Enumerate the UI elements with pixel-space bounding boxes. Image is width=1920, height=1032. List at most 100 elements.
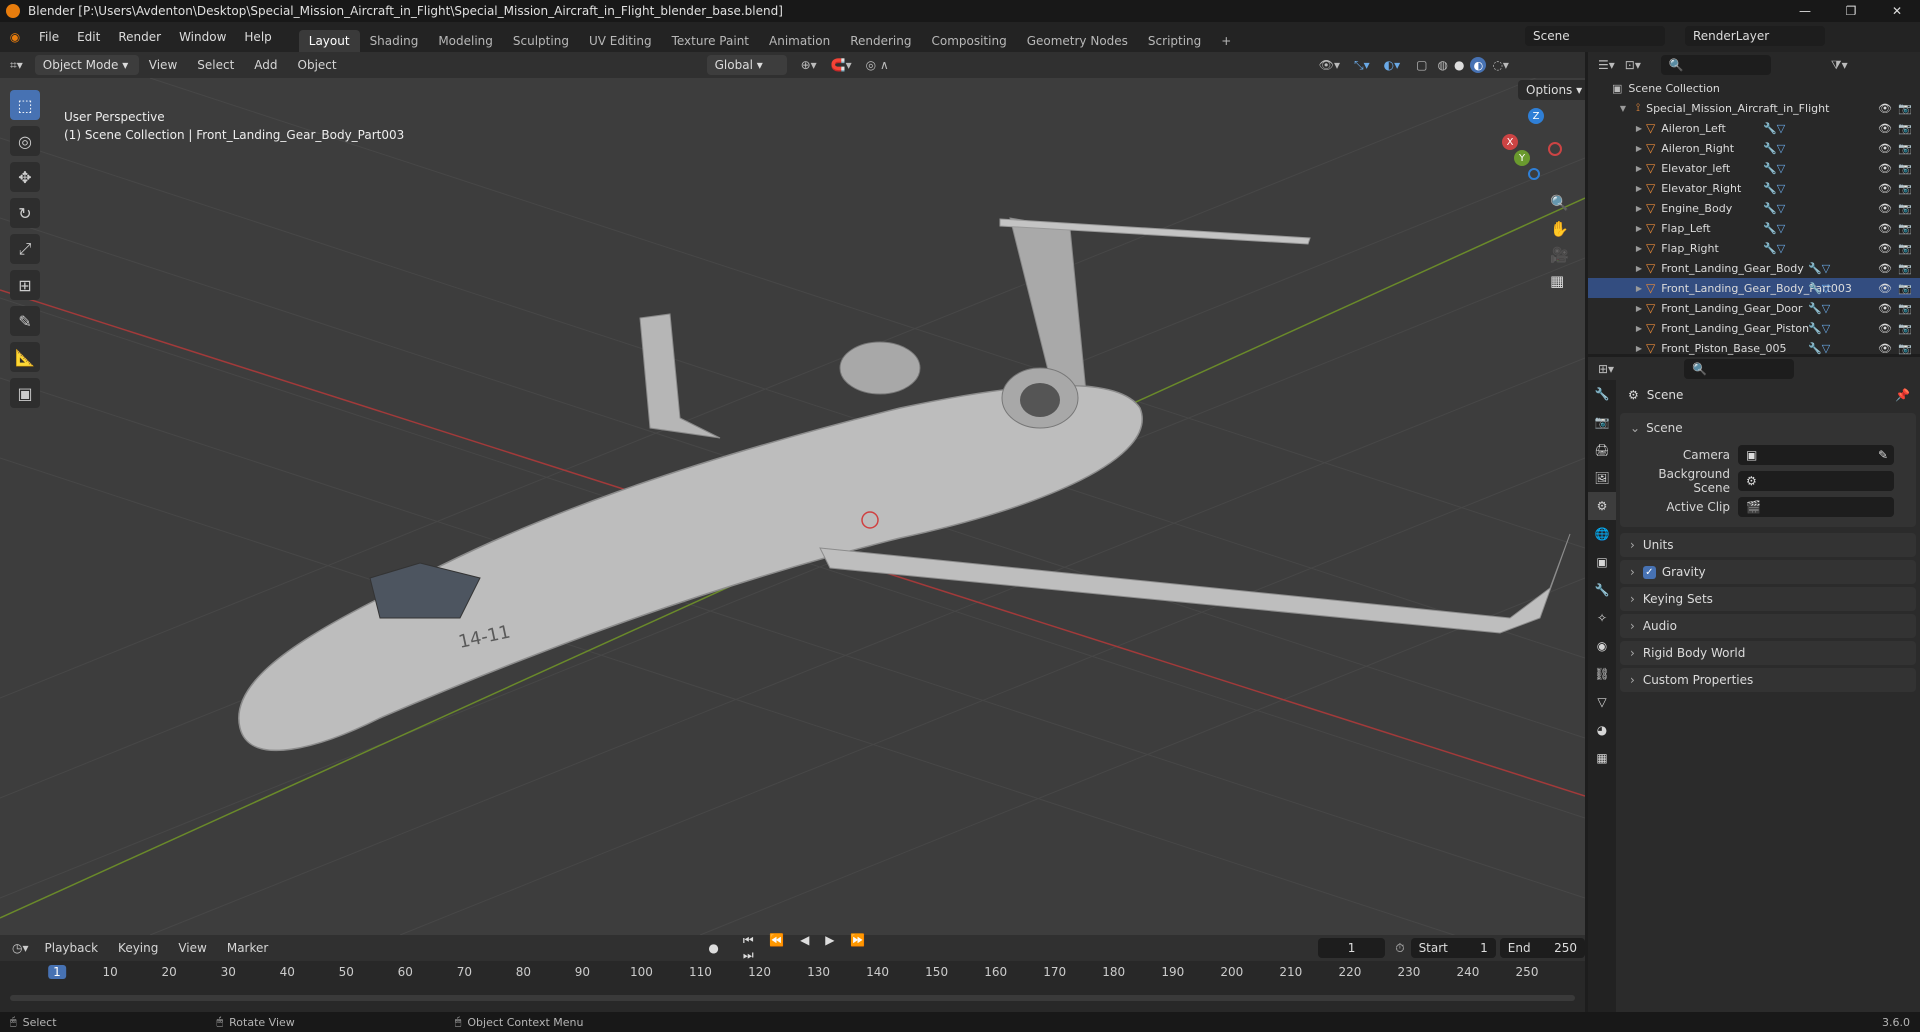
- tab-geometry-nodes[interactable]: Geometry Nodes: [1017, 30, 1138, 52]
- expand-right-icon[interactable]: ▶: [1632, 204, 1646, 213]
- expand-right-icon[interactable]: ▶: [1632, 144, 1646, 153]
- outliner-item[interactable]: ▶ ▽ Front_Landing_Gear_Body 🔧▽ 👁 📷: [1588, 258, 1920, 278]
- visibility-eye-icon[interactable]: 👁: [1878, 242, 1892, 255]
- 3d-viewport[interactable]: 14-11 ⬚ ◎ ✥ ↻ ⤢ ⊞ ✎ 📐 ▣ User Perspective…: [0, 78, 1585, 935]
- start-frame-field[interactable]: Start 1: [1410, 938, 1496, 958]
- playhead-frame[interactable]: 1: [48, 965, 66, 979]
- filter-icon[interactable]: ⧩▾: [1831, 58, 1848, 73]
- outliner-item[interactable]: ▶ ▽ Engine_Body 🔧▽ 👁 📷: [1588, 198, 1920, 218]
- outliner-scene-collection[interactable]: ▣ Scene Collection: [1588, 78, 1920, 98]
- gravity-checkbox[interactable]: ✓: [1642, 565, 1656, 579]
- tab-shading[interactable]: Shading: [360, 30, 429, 52]
- render-camera-icon[interactable]: 📷: [1898, 262, 1912, 275]
- property-panel[interactable]: › Rigid Body World: [1620, 641, 1916, 665]
- visibility-eye-icon[interactable]: 👁: [1878, 282, 1892, 295]
- display-mode-icon[interactable]: ⊡▾: [1625, 58, 1641, 72]
- menu-marker[interactable]: Marker: [217, 941, 278, 955]
- cursor-tool-icon[interactable]: ◎: [10, 126, 40, 156]
- outliner-collection-row[interactable]: ▼ ⟟ Special_Mission_Aircraft_in_Flight 👁 📷: [1588, 98, 1920, 118]
- modifier-icon[interactable]: 🔧▽: [1808, 322, 1830, 335]
- scene-tab-icon[interactable]: ⚙: [1588, 492, 1616, 520]
- tab-modeling[interactable]: Modeling: [428, 30, 503, 52]
- render-tab-icon[interactable]: 📷: [1588, 408, 1616, 436]
- gizmo-neg-z[interactable]: [1528, 168, 1540, 180]
- snap-icon[interactable]: 🧲▾: [831, 58, 852, 72]
- tab-layout[interactable]: Layout: [298, 30, 360, 52]
- outliner-item[interactable]: ▶ ▽ Aileron_Right 🔧▽ 👁 📷: [1588, 138, 1920, 158]
- scene-selector[interactable]: Scene: [1525, 26, 1665, 46]
- select-box-tool-icon[interactable]: ⬚: [10, 90, 40, 120]
- property-panel[interactable]: › Custom Properties: [1620, 668, 1916, 692]
- expand-right-icon[interactable]: ▶: [1632, 244, 1646, 253]
- tab-rendering[interactable]: Rendering: [840, 30, 921, 52]
- tab-scripting[interactable]: Scripting: [1138, 30, 1211, 52]
- outliner-item[interactable]: ▶ ▽ Front_Landing_Gear_Door 🔧▽ 👁 📷: [1588, 298, 1920, 318]
- visibility-eye-icon[interactable]: 👁: [1878, 102, 1892, 115]
- render-camera-icon[interactable]: 📷: [1898, 342, 1912, 355]
- right-wing[interactable]: [819, 533, 1571, 634]
- move-tool-icon[interactable]: ✥: [10, 162, 40, 192]
- property-panel[interactable]: › Keying Sets: [1620, 587, 1916, 611]
- left-engine[interactable]: [839, 341, 921, 395]
- modifier-icon[interactable]: 🔧▽: [1763, 182, 1785, 195]
- options-dropdown[interactable]: Options ▾: [1518, 80, 1585, 100]
- outliner-item[interactable]: ▶ ▽ Elevator_Right 🔧▽ 👁 📷: [1588, 178, 1920, 198]
- transform-tool-icon[interactable]: ⊞: [10, 270, 40, 300]
- property-panel[interactable]: › ✓ Gravity: [1620, 560, 1916, 584]
- menu-object[interactable]: Object: [288, 58, 347, 72]
- aircraft-model[interactable]: 14-11: [238, 217, 1571, 752]
- shading-solid-icon[interactable]: ●: [1454, 58, 1464, 72]
- render-camera-icon[interactable]: 📷: [1898, 222, 1912, 235]
- timeline-editor-icon[interactable]: ◷▾: [12, 941, 29, 955]
- menu-view[interactable]: View: [168, 941, 216, 955]
- view-layer-selector[interactable]: RenderLayer: [1685, 26, 1825, 46]
- view-layer-tab-icon[interactable]: 🖼: [1588, 464, 1616, 492]
- visibility-eye-icon[interactable]: 👁: [1878, 162, 1892, 175]
- expand-right-icon[interactable]: ▶: [1632, 324, 1646, 333]
- gizmo-x-axis[interactable]: X: [1502, 134, 1518, 150]
- maximize-icon[interactable]: ❐: [1828, 0, 1874, 22]
- physics-tab-icon[interactable]: ◉: [1588, 632, 1616, 660]
- render-camera-icon[interactable]: 📷: [1898, 122, 1912, 135]
- proportional-edit-icon[interactable]: ◎ ∧: [866, 58, 889, 72]
- modifier-icon[interactable]: 🔧▽: [1808, 262, 1830, 275]
- outliner-item[interactable]: ▶ ▽ Flap_Right 🔧▽ 👁 📷: [1588, 238, 1920, 258]
- annotate-tool-icon[interactable]: ✎: [10, 306, 40, 336]
- expand-right-icon[interactable]: ▶: [1632, 164, 1646, 173]
- menu-render[interactable]: Render: [109, 30, 170, 44]
- menu-file[interactable]: File: [30, 30, 68, 44]
- render-camera-icon[interactable]: 📷: [1898, 202, 1912, 215]
- visibility-eye-icon[interactable]: 👁: [1878, 202, 1892, 215]
- tab-sculpting[interactable]: Sculpting: [503, 30, 579, 52]
- gizmo-toggle-icon[interactable]: ⤡▾: [1354, 58, 1370, 73]
- visibility-eye-icon[interactable]: 👁: [1878, 342, 1892, 355]
- shading-wire-icon[interactable]: ◍: [1437, 58, 1447, 72]
- gizmo-neg-x[interactable]: [1548, 142, 1562, 156]
- outliner-item[interactable]: ▶ ▽ Front_Landing_Gear_Piston 🔧▽ 👁 📷: [1588, 318, 1920, 338]
- current-frame-field[interactable]: 1: [1317, 938, 1386, 958]
- ortho-grid-icon[interactable]: ▦: [1550, 272, 1569, 290]
- properties-editor-icon[interactable]: ⊞▾: [1598, 362, 1614, 376]
- outliner-item[interactable]: ▶ ▽ Front_Piston_Base_005 🔧▽ 👁 📷: [1588, 338, 1920, 358]
- menu-window[interactable]: Window: [170, 30, 235, 44]
- expand-right-icon[interactable]: ▶: [1632, 224, 1646, 233]
- visibility-eye-icon[interactable]: 👁: [1878, 322, 1892, 335]
- constraints-tab-icon[interactable]: ⛓: [1588, 660, 1616, 688]
- outliner-item[interactable]: ▶ ▽ Flap_Left 🔧▽ 👁 📷: [1588, 218, 1920, 238]
- data-tab-icon[interactable]: ▽: [1588, 688, 1616, 716]
- modifier-icon[interactable]: 🔧▽: [1763, 202, 1785, 215]
- visibility-eye-icon[interactable]: 👁: [1878, 182, 1892, 195]
- menu-view[interactable]: View: [139, 58, 187, 72]
- expand-right-icon[interactable]: ▶: [1632, 124, 1646, 133]
- render-camera-icon[interactable]: 📷: [1898, 242, 1912, 255]
- menu-keying[interactable]: Keying: [108, 941, 168, 955]
- minimize-icon[interactable]: —: [1782, 0, 1828, 22]
- eyedropper-icon[interactable]: ✎: [1878, 448, 1888, 462]
- tab-uv-editing[interactable]: UV Editing: [579, 30, 662, 52]
- end-frame-field[interactable]: End 250: [1499, 938, 1585, 958]
- modifier-icon[interactable]: 🔧▽: [1808, 342, 1830, 355]
- tab-texture-paint[interactable]: Texture Paint: [662, 30, 759, 52]
- expand-right-icon[interactable]: ▶: [1632, 184, 1646, 193]
- gizmo-y-axis[interactable]: Y: [1514, 150, 1530, 166]
- modifier-icon[interactable]: 🔧▽: [1763, 162, 1785, 175]
